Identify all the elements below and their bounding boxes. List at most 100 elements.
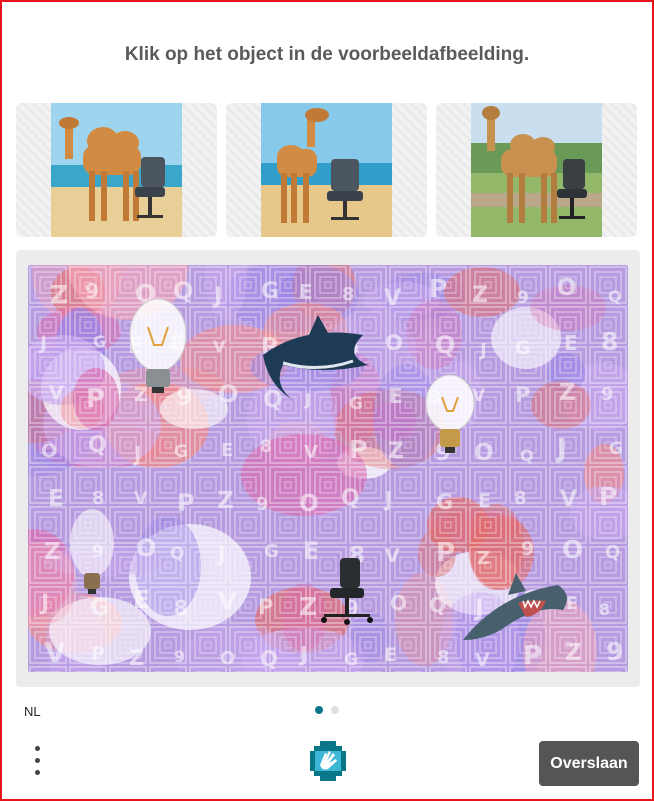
noise-letter: Z (134, 384, 148, 406)
noise-letter: 9 (174, 647, 185, 666)
noise-letter: Q (263, 387, 283, 413)
noise-letter: P (86, 384, 105, 414)
noise-letter: 9 (517, 288, 529, 308)
noise-letter: Z (472, 283, 488, 308)
noise-letter: P (349, 435, 367, 464)
noise-letter: V (475, 649, 490, 671)
noise-letter: J (212, 284, 222, 309)
noise-letter: G (90, 595, 109, 621)
menu-dot-icon (35, 758, 40, 763)
page-dot-active (315, 706, 323, 714)
noise-letter: 8 (599, 600, 610, 619)
noise-letter: 9 (256, 494, 269, 515)
more-options-menu[interactable] (30, 744, 46, 780)
noise-letter: O (390, 591, 407, 615)
noise-letter: G (436, 490, 453, 514)
noise-letter: J (38, 332, 47, 354)
noise-letter: J (473, 596, 484, 622)
menu-dot-icon (35, 770, 40, 775)
noise-letter: Z (477, 548, 490, 569)
noise-letter: J (304, 390, 311, 409)
menu-dot-icon (35, 746, 40, 751)
noise-letter: E (133, 585, 150, 614)
noise-letter: V (560, 487, 577, 512)
camel-chair-beach-icon (51, 103, 182, 237)
noise-letter: 8 (174, 596, 188, 620)
noise-letter: Z (388, 439, 404, 464)
noise-letter: E (303, 537, 319, 565)
noise-letter: O (562, 535, 583, 564)
noise-letter: G (515, 337, 531, 359)
noise-letter: Z (559, 380, 576, 406)
captcha-frame: Klik op het object in de voorbeeldafbeel… (0, 0, 654, 801)
language-selector[interactable]: NL (24, 704, 41, 719)
skip-button[interactable]: Overslaan (539, 741, 639, 786)
noise-letter: 9 (176, 383, 193, 411)
noise-letter: V (218, 587, 237, 615)
challenge-prompt: Klik op het object in de voorbeeldafbeel… (124, 44, 530, 65)
noise-letter: P (258, 595, 273, 619)
noise-letter: E (478, 490, 491, 512)
noise-letter: Z (299, 592, 317, 621)
challenge-image[interactable]: Z9OQJGE8VPZ9OQJGE8VPZ9OQJGE8VPZ9OQJGE8VP… (28, 265, 628, 672)
noise-letter: E (384, 644, 397, 666)
noise-letter: E (221, 440, 233, 461)
noise-letter: P (91, 643, 105, 665)
noise-letter: P (436, 538, 455, 568)
noise-letter: Q (173, 277, 193, 305)
noise-letter: O (385, 331, 403, 355)
noise-letter: Q (520, 446, 534, 465)
noise-letter: V (384, 286, 401, 311)
noise-letter: P (523, 641, 542, 671)
noise-letter: Q (605, 542, 620, 563)
noise-letter: Q (429, 593, 446, 617)
camel-chair-beach-icon (261, 103, 392, 237)
noise-letter: Q (88, 433, 107, 458)
noise-letter: 8 (601, 327, 618, 356)
noise-letter: O (220, 648, 235, 669)
noise-letter: V (213, 337, 226, 356)
noise-letter: 8 (437, 647, 450, 668)
noise-letter: Z (44, 539, 61, 565)
noise-letter: E (48, 486, 64, 512)
noise-letter: Z (50, 280, 68, 309)
noise-letter: V (304, 442, 318, 463)
noise-letter: V (45, 639, 65, 669)
noise-letter: G (264, 541, 279, 562)
noise-letter: O (41, 440, 57, 462)
noise-letter: G (93, 332, 106, 351)
noise-letter: 8 (260, 437, 272, 457)
noise-letter: E (566, 594, 578, 614)
noise-letter: G (261, 279, 279, 304)
example-image-1 (16, 103, 217, 237)
noise-letter: O (474, 440, 494, 466)
challenge-canvas[interactable]: Z9OQJGE8VPZ9OQJGE8VPZ9OQJGE8VPZ9OQJGE8VP… (28, 265, 628, 672)
noise-letter: J (132, 442, 141, 466)
noise-letter: Q (435, 331, 455, 359)
noise-letter: O (557, 275, 577, 301)
example-image-2 (226, 103, 427, 237)
noise-letter: G (349, 394, 363, 414)
noise-letter: J (383, 487, 392, 511)
noise-letter: E (299, 280, 313, 304)
noise-letter: J (39, 591, 49, 616)
noise-letter: P (599, 482, 617, 511)
noise-letter: G (344, 650, 358, 670)
noise-letter: V (49, 382, 64, 404)
noise-letter: P (429, 274, 447, 303)
noise-letter: P (515, 383, 530, 407)
example-image-3 (436, 103, 637, 237)
noise-letter: G (609, 439, 623, 459)
noise-letter: 8 (514, 488, 527, 509)
noise-letter: 8 (92, 488, 105, 509)
noise-letter: Z (129, 646, 144, 670)
noise-letter: 9 (85, 279, 99, 303)
noise-letter: J (478, 340, 487, 361)
hcaptcha-logo[interactable] (306, 739, 350, 783)
noise-letter: J (216, 542, 225, 566)
noise-letter: 8 (342, 284, 355, 305)
noise-letter: O (218, 380, 238, 408)
noise-letter: Q (170, 544, 184, 564)
page-dot-inactive (331, 706, 339, 714)
noise-letter: 9 (521, 538, 534, 560)
